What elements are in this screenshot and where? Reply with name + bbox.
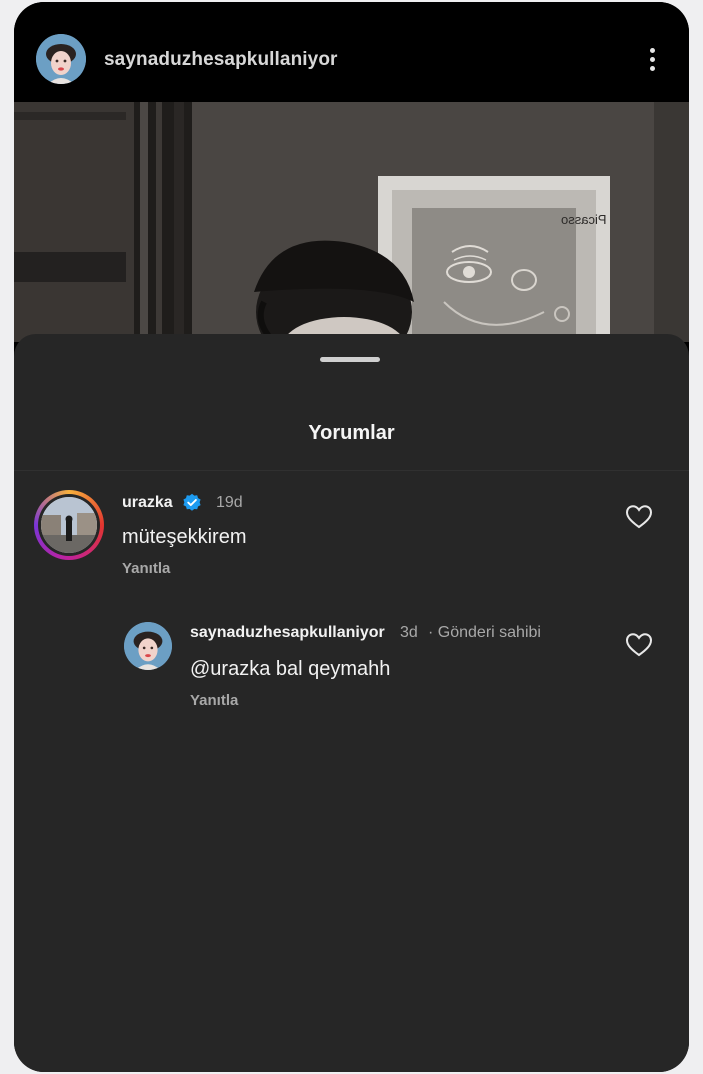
more-options-icon[interactable] (642, 44, 662, 78)
comment-username[interactable]: urazka (122, 494, 173, 512)
comment-text: müteşekkirem (122, 526, 247, 548)
author-badge: · Gönderi sahibi (428, 624, 541, 641)
comment-text: @urazka bal qeymahh (190, 658, 391, 680)
comment-username[interactable]: saynaduzhesapkullaniyor (190, 624, 385, 642)
comment-time: 19d (216, 494, 243, 511)
sheet-drag-handle[interactable] (320, 357, 380, 362)
avatar-illustration (124, 622, 172, 670)
comments-sheet: Yorumlar urazka 19d müteşekkirem Yanıtla… (14, 334, 689, 1072)
phone-frame: saynaduzhesapkullaniyor Picasso Yorumlar… (14, 2, 689, 1072)
heart-outline-icon[interactable] (625, 632, 653, 658)
frame-signature: Picasso (561, 212, 607, 227)
sheet-divider (14, 470, 689, 471)
avatar-illustration (36, 34, 86, 84)
verified-badge-icon (183, 493, 201, 511)
avatar-photo (41, 497, 97, 553)
reply-button[interactable]: Yanıtla (122, 560, 170, 577)
sheet-title: Yorumlar (308, 422, 395, 444)
story-ring-avatar[interactable] (34, 490, 104, 560)
post-photo: Picasso (14, 102, 689, 342)
post-author-username[interactable]: saynaduzhesapkullaniyor (104, 49, 338, 71)
heart-outline-icon[interactable] (625, 504, 653, 530)
commenter-avatar (41, 497, 97, 553)
post-header: saynaduzhesapkullaniyor (14, 2, 689, 102)
reply-button[interactable]: Yanıtla (190, 692, 238, 709)
photo-scene: Picasso (14, 102, 689, 342)
post-author-avatar[interactable] (36, 34, 86, 84)
comment-time: 3d (400, 624, 418, 641)
reply-author-avatar[interactable] (124, 622, 172, 670)
